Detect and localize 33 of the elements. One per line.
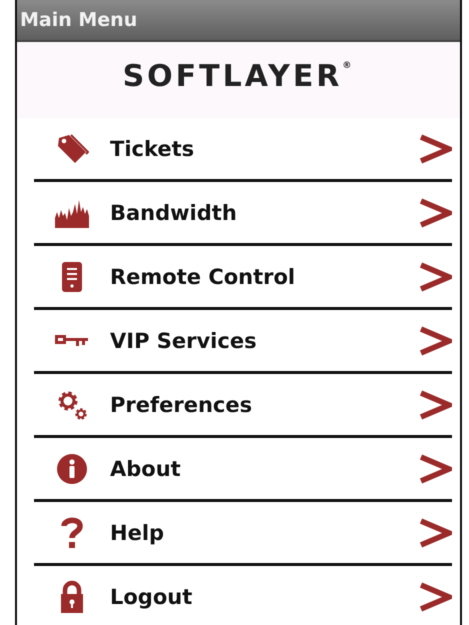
chevron-right-icon [420,518,452,548]
gears-icon [56,388,88,420]
chevron-right-icon [420,326,452,356]
logo: SOFTLAYER$^{®}$ [122,62,354,92]
window-title: Main Menu [20,9,138,31]
menu-item[interactable]: Remote Control [34,246,452,310]
chevron-right-icon [420,582,452,612]
menu-item[interactable]: Preferences [34,374,452,438]
menu-item[interactable]: Help [34,502,452,566]
tag-icon [55,132,89,166]
chevron-right-icon [420,198,452,228]
remote-control-icon [61,260,83,292]
chevron-right-icon [420,454,452,484]
menu-label: Bandwidth [110,200,238,224]
menu-item[interactable]: Logout [34,566,452,625]
key-icon [55,334,89,348]
menu-label: About [110,456,182,480]
menu-item[interactable]: Tickets [34,118,452,182]
menu-label: Help [110,520,166,544]
chevron-right-icon [420,262,452,292]
menu-label: VIP Services [110,328,258,352]
menu-item[interactable]: Bandwidth [34,182,452,246]
menu-label: Logout [110,584,194,608]
menu-item[interactable]: VIP Services [34,310,452,374]
chevron-right-icon [420,134,452,164]
menu-label: Remote Control [110,264,296,288]
menu-item[interactable]: About [34,438,452,502]
question-mark-icon [60,516,84,550]
lock-icon [60,580,84,614]
menu-label: Preferences [110,392,254,416]
chevron-right-icon [420,390,452,420]
menu-label: Tickets [110,136,196,160]
info-icon [56,452,88,484]
